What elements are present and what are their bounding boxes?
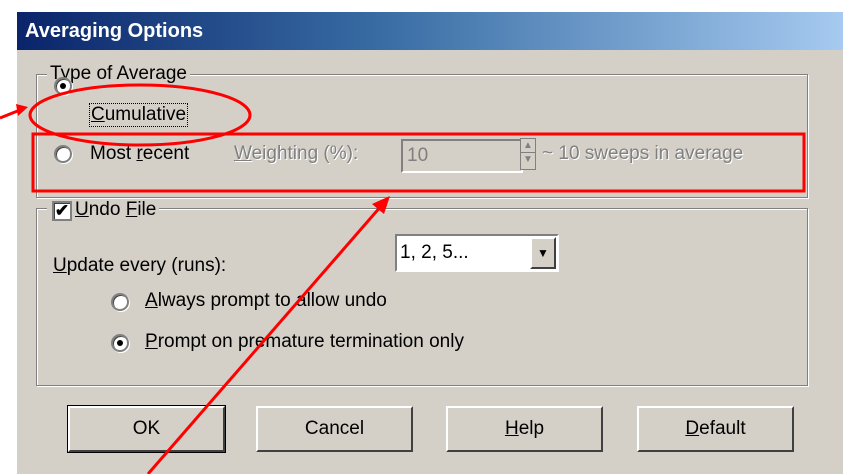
bottom-pointer-arrow	[146, 204, 384, 474]
left-arrowhead	[16, 104, 28, 116]
cumulative-highlight-ellipse	[28, 83, 252, 147]
most-recent-highlight-box	[31, 132, 806, 193]
annotation-overlay	[0, 83, 806, 474]
left-pointer-arrow	[0, 108, 21, 120]
